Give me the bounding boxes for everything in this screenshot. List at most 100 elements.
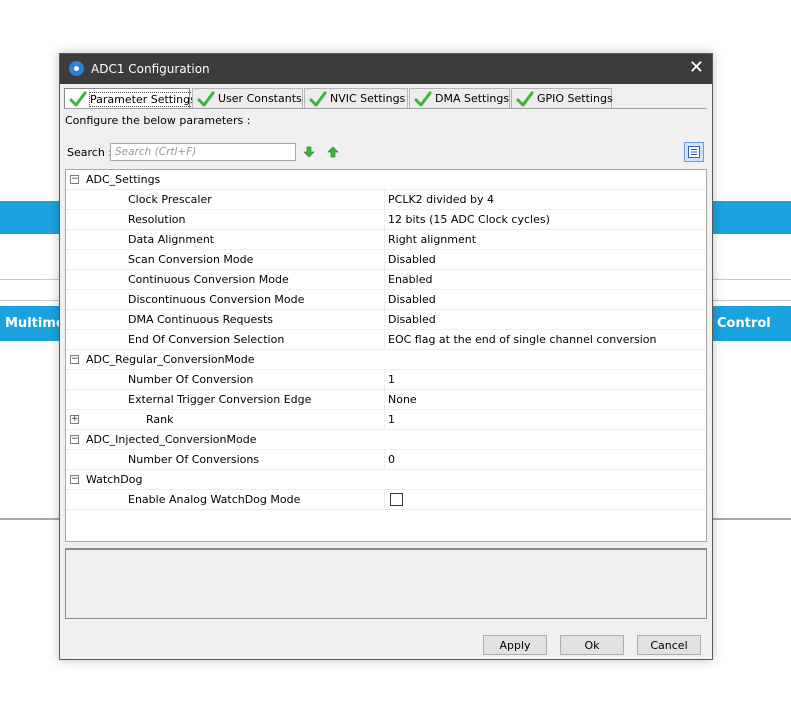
background-section-left-label: Multime [5, 316, 65, 331]
param-row-clock-prescaler[interactable]: Clock Prescaler PCLK2 divided by 4 [66, 190, 706, 210]
group-title: ADC_Settings [86, 173, 161, 186]
tab-nvic-settings[interactable]: NVIC Settings [304, 88, 408, 108]
group-title: ADC_Injected_ConversionMode [86, 433, 257, 446]
tab-label: GPIO Settings [537, 92, 613, 105]
param-row-continuous-conversion-mode[interactable]: Continuous Conversion Mode Enabled [66, 270, 706, 290]
group-header-adc-injected-conversion-mode[interactable]: − ADC_Injected_ConversionMode [66, 430, 706, 450]
tab-user-constants[interactable]: User Constants [192, 88, 303, 108]
app-logo-icon [69, 61, 84, 76]
param-name: Enable Analog WatchDog Mode [128, 493, 301, 506]
tab-dma-settings[interactable]: DMA Settings [409, 88, 510, 108]
param-value[interactable]: Right alignment [388, 233, 476, 246]
param-value[interactable]: Enabled [388, 273, 432, 286]
param-name: Discontinuous Conversion Mode [128, 293, 305, 306]
param-value[interactable]: PCLK2 divided by 4 [388, 193, 494, 206]
collapse-icon[interactable]: − [70, 355, 79, 364]
description-panel [65, 548, 707, 619]
param-row-rank[interactable]: + Rank 1 [66, 410, 706, 430]
param-name: Data Alignment [128, 233, 215, 246]
column-divider [384, 230, 385, 249]
param-row-scan-conversion-mode[interactable]: Scan Conversion Mode Disabled [66, 250, 706, 270]
checkmark-icon [309, 91, 327, 106]
column-divider [384, 310, 385, 329]
param-row-data-alignment[interactable]: Data Alignment Right alignment [66, 230, 706, 250]
checkmark-icon [414, 91, 432, 106]
cancel-button[interactable]: Cancel [637, 635, 701, 655]
column-divider [384, 410, 385, 429]
apply-button[interactable]: Apply [483, 635, 547, 655]
param-name: Rank [146, 413, 174, 426]
param-name: Continuous Conversion Mode [128, 273, 289, 286]
param-value[interactable]: None [388, 393, 417, 406]
param-value[interactable]: Disabled [388, 293, 436, 306]
param-row-discontinuous-conversion-mode[interactable]: Discontinuous Conversion Mode Disabled [66, 290, 706, 310]
close-icon[interactable]: ✕ [689, 57, 704, 78]
param-row-dma-continuous-requests[interactable]: DMA Continuous Requests Disabled [66, 310, 706, 330]
search-label: Search : [67, 146, 112, 159]
tab-label: DMA Settings [435, 92, 510, 105]
param-row-enable-analog-watchdog-mode[interactable]: Enable Analog WatchDog Mode [66, 490, 706, 510]
param-row-number-of-conversions[interactable]: Number Of Conversions 0 [66, 450, 706, 470]
collapse-icon[interactable]: − [70, 475, 79, 484]
tab-parameter-settings[interactable]: Parameter Settings [64, 88, 197, 109]
column-divider [384, 370, 385, 389]
list-view-toggle-button[interactable] [684, 142, 704, 162]
checkmark-icon [197, 91, 215, 106]
dialog-title: ADC1 Configuration [91, 62, 210, 76]
column-divider [384, 390, 385, 409]
group-header-adc-settings[interactable]: − ADC_Settings [66, 170, 706, 190]
param-name: DMA Continuous Requests [128, 313, 274, 326]
tab-gpio-settings[interactable]: GPIO Settings [511, 88, 613, 108]
param-name: Clock Prescaler [128, 193, 212, 206]
param-name: End Of Conversion Selection [128, 333, 285, 346]
column-divider [384, 190, 385, 209]
adc1-configuration-dialog: ADC1 Configuration ✕ Parameter Settings … [59, 53, 713, 660]
param-value[interactable]: EOC flag at the end of single channel co… [388, 333, 656, 346]
param-name: External Trigger Conversion Edge [128, 393, 312, 406]
param-name: Resolution [128, 213, 186, 226]
collapse-icon[interactable]: − [70, 435, 79, 444]
instructions-text: Configure the below parameters : [65, 114, 251, 127]
param-value[interactable]: 1 [388, 373, 395, 386]
tab-divider [64, 108, 707, 109]
parameter-grid: − ADC_Settings Clock Prescaler PCLK2 div… [65, 169, 707, 542]
param-value[interactable]: 0 [388, 453, 395, 466]
list-view-icon [688, 146, 700, 158]
arrow-down-icon[interactable] [303, 146, 315, 158]
background-section-right-label: Control [717, 316, 771, 331]
tab-label: NVIC Settings [330, 92, 406, 105]
collapse-icon[interactable]: − [70, 175, 79, 184]
column-divider [384, 250, 385, 269]
param-value[interactable]: Disabled [388, 313, 436, 326]
param-name: Scan Conversion Mode [128, 253, 254, 266]
tab-label: User Constants [218, 92, 302, 105]
group-title: WatchDog [86, 473, 143, 486]
dialog-titlebar[interactable]: ADC1 Configuration ✕ [60, 54, 712, 84]
param-name: Number Of Conversion [128, 373, 254, 386]
watchdog-checkbox[interactable] [390, 493, 403, 506]
expand-icon[interactable]: + [70, 415, 79, 424]
param-value[interactable]: 1 [388, 413, 395, 426]
param-row-number-of-conversion[interactable]: Number Of Conversion 1 [66, 370, 706, 390]
param-name: Number Of Conversions [128, 453, 260, 466]
column-divider [384, 270, 385, 289]
column-divider [384, 290, 385, 309]
group-title: ADC_Regular_ConversionMode [86, 353, 255, 366]
tab-label: Parameter Settings [89, 91, 197, 107]
column-divider [384, 490, 385, 509]
column-divider [384, 450, 385, 469]
param-row-external-trigger-conversion-edge[interactable]: External Trigger Conversion Edge None [66, 390, 706, 410]
checkmark-icon [516, 91, 534, 106]
group-header-adc-regular-conversion-mode[interactable]: − ADC_Regular_ConversionMode [66, 350, 706, 370]
param-value[interactable]: Disabled [388, 253, 436, 266]
column-divider [384, 210, 385, 229]
ok-button[interactable]: Ok [560, 635, 624, 655]
arrow-up-icon[interactable] [327, 146, 339, 158]
column-divider [384, 330, 385, 349]
param-row-end-of-conversion-selection[interactable]: End Of Conversion Selection EOC flag at … [66, 330, 706, 350]
search-input[interactable] [110, 143, 296, 161]
param-row-resolution[interactable]: Resolution 12 bits (15 ADC Clock cycles) [66, 210, 706, 230]
checkmark-icon [69, 91, 87, 107]
group-header-watchdog[interactable]: − WatchDog [66, 470, 706, 490]
param-value[interactable]: 12 bits (15 ADC Clock cycles) [388, 213, 550, 226]
